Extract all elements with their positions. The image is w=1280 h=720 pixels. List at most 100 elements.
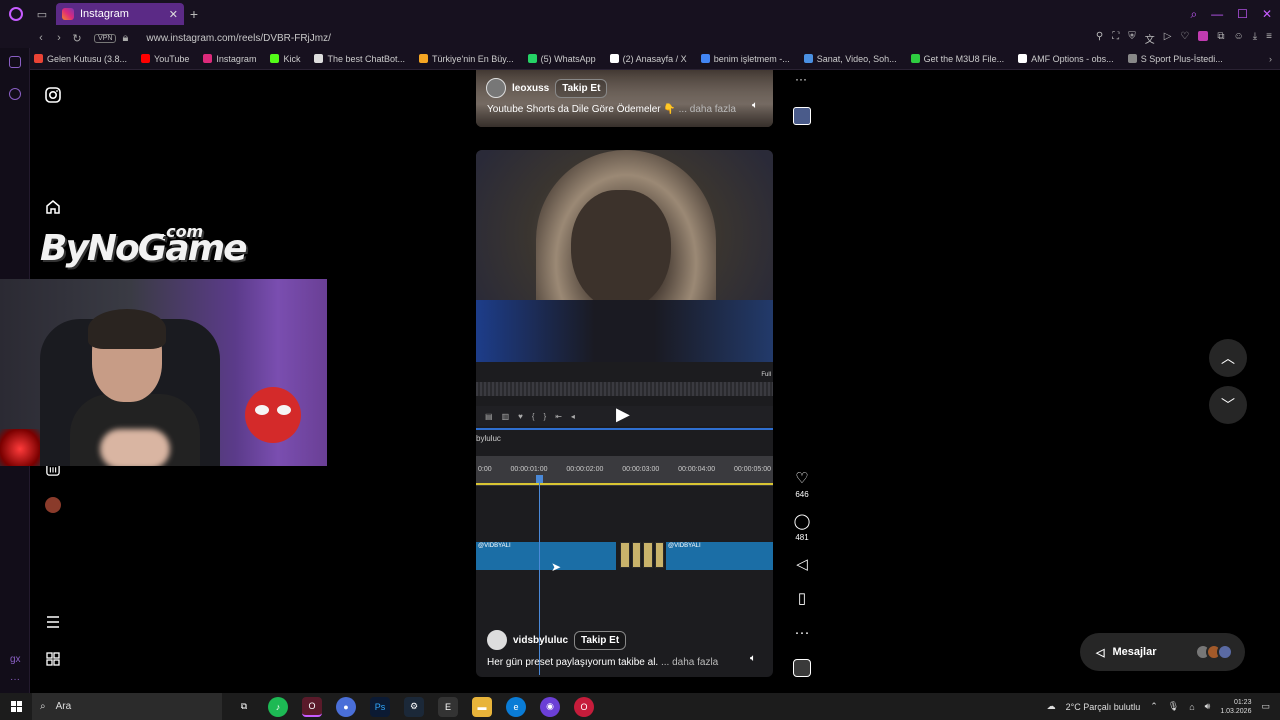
bookmark-item[interactable]: Instagram — [203, 54, 256, 64]
minimize-icon[interactable]: — — [1211, 7, 1223, 21]
pin-icon[interactable]: ⚲ — [1096, 31, 1103, 46]
current-reel[interactable]: Full ▤ ▥ ♥ { } ⇤ ◂ ▶ byluluc 0:00 00:00:… — [476, 150, 773, 677]
editor-tool-icon: ▤ — [485, 411, 493, 421]
more-menu-icon[interactable] — [44, 613, 62, 631]
previous-reel-button[interactable]: ︿ — [1209, 339, 1247, 377]
author-avatar[interactable] — [486, 78, 506, 98]
back-icon[interactable]: ‹ — [32, 32, 50, 44]
original-audio-thumbnail[interactable] — [793, 659, 811, 677]
bookmark-label: benim işletmem -... — [713, 53, 790, 64]
snapshot-icon[interactable]: ⛶ — [1112, 31, 1119, 46]
speaker-icon[interactable]: 🔈︎ — [746, 653, 760, 667]
chevron-up-icon[interactable]: ⌃ — [1150, 701, 1158, 712]
more-button[interactable]: ··· — [785, 624, 819, 642]
follow-button[interactable]: Takip Et — [555, 78, 608, 98]
tab-islands-icon[interactable]: ▭ — [32, 0, 52, 28]
reel-caption[interactable]: Her gün preset paylaşıyorum takibe al. .… — [487, 657, 718, 668]
download-icon[interactable]: ⤓ — [1253, 31, 1257, 46]
translate-icon[interactable]: 文 — [1145, 31, 1155, 46]
follow-button[interactable]: Takip Et — [574, 630, 627, 650]
file-explorer-icon[interactable]: ▬ — [472, 696, 492, 717]
opera-menu-button[interactable] — [0, 0, 32, 28]
messages-button[interactable]: ◁ Mesajlar — [1080, 633, 1245, 671]
bookmark-item[interactable]: Get the M3U8 File... — [910, 54, 1004, 64]
weather-text[interactable]: 2°C Parçalı bulutlu — [1066, 702, 1141, 712]
bookmark-item[interactable]: (2) Anasayfa / X — [609, 54, 687, 64]
start-button[interactable] — [0, 701, 32, 712]
comment-button[interactable]: ◯ 481 — [785, 513, 819, 542]
close-window-icon[interactable]: ✕ — [1262, 7, 1272, 21]
play-icon[interactable]: ▷ — [1164, 31, 1172, 46]
steam-icon[interactable]: ⚙ — [404, 696, 424, 717]
maximize-icon[interactable]: ☐ — [1237, 7, 1248, 21]
bookmark-item[interactable]: Türkiye'nin En Büy... — [419, 54, 514, 64]
share-button[interactable]: ◁ — [785, 556, 819, 574]
next-reel-button[interactable]: ﹀ — [1209, 386, 1247, 424]
sidebar-gx-icon[interactable]: gx — [10, 654, 21, 665]
opera-icon[interactable]: O — [574, 696, 594, 717]
sidebar-more-icon[interactable]: ··· — [10, 674, 20, 685]
instagram-logo-icon[interactable] — [44, 86, 62, 104]
bookmark-icon: ▯ — [797, 590, 807, 607]
previous-reel[interactable]: leoxuss Takip Et Youtube Shorts da Dile … — [476, 70, 773, 127]
author-avatar[interactable] — [487, 630, 507, 650]
avatar — [1217, 644, 1233, 660]
volume-icon[interactable]: 🔊︎ — [1205, 701, 1211, 712]
bookmark-item[interactable]: AMF Options - obs... — [1018, 54, 1114, 64]
bookmark-item[interactable]: YouTube — [141, 54, 189, 64]
heart-icon: ♡ — [795, 470, 809, 487]
taskbar-search[interactable]: ⌕ Ara — [32, 693, 222, 720]
extensions-puzzle-icon[interactable]: ⧉ — [1217, 31, 1224, 46]
shield-icon[interactable]: ⛨ — [1128, 31, 1136, 46]
bookmark-item[interactable]: Gelen Kutusu (3.8... — [34, 54, 127, 64]
bookmark-item[interactable]: Sanat, Video, Soh... — [803, 54, 897, 64]
new-tab-button[interactable]: + — [184, 6, 204, 22]
bookmark-item[interactable]: The best ChatBot... — [314, 54, 405, 64]
bookmark-item[interactable]: benim işletmem -... — [700, 53, 790, 64]
home-icon[interactable] — [44, 198, 62, 216]
profile-icon[interactable]: ☺ — [1234, 31, 1244, 46]
vpn-badge[interactable]: VPN — [94, 33, 117, 43]
author-username[interactable]: vidsbyluluc — [513, 635, 568, 646]
reel-video[interactable] — [476, 150, 773, 362]
url-field[interactable]: www.instagram.com/reels/DVBR-FRjJmz/ — [146, 33, 330, 44]
tab-instagram[interactable]: Instagram ✕ — [56, 3, 184, 25]
easy-setup-icon[interactable]: ≡ — [1266, 31, 1272, 46]
reload-icon[interactable]: ↻ — [68, 32, 86, 45]
extension-icon[interactable] — [1198, 30, 1209, 41]
speaker-icon[interactable]: 🔈︎ — [748, 100, 762, 114]
caption-more[interactable]: ... daha fazla — [661, 657, 718, 668]
like-button[interactable]: ♡ 646 — [785, 470, 819, 499]
search-tabs-icon[interactable]: ⌕ — [1190, 7, 1197, 22]
audio-thumbnail[interactable] — [793, 107, 811, 125]
bookmark-item[interactable]: Kick — [270, 54, 300, 64]
more-options-icon[interactable]: ··· — [795, 72, 807, 86]
network-icon[interactable]: ⌂ — [1189, 702, 1194, 712]
opera-gx-icon[interactable]: O — [302, 696, 322, 717]
save-button[interactable]: ▯ — [785, 590, 819, 608]
close-tab-icon[interactable]: ✕ — [169, 8, 178, 21]
notifications-icon[interactable]: ▭ — [1261, 701, 1270, 712]
edge-icon[interactable]: e — [506, 696, 526, 717]
photoshop-icon[interactable]: Ps — [370, 696, 390, 717]
sidebar-history-icon[interactable] — [9, 88, 21, 100]
chrome-icon[interactable]: ● — [336, 696, 356, 717]
microphone-icon[interactable]: 🎙︎ — [1168, 701, 1179, 712]
epic-games-icon[interactable]: E — [438, 696, 458, 717]
lock-icon[interactable]: 🔒︎ — [116, 32, 134, 45]
also-from-meta-icon[interactable] — [44, 650, 62, 668]
bookmark-item[interactable]: S Sport Plus-İstedi... — [1127, 54, 1223, 64]
reel-caption[interactable]: Youtube Shorts da Dile Göre Ödemeler 👇 .… — [487, 104, 736, 115]
author-username[interactable]: leoxuss — [512, 83, 549, 94]
bookmark-heart-icon[interactable]: ♡ — [1180, 31, 1189, 46]
caption-more[interactable]: ... daha fazla — [679, 104, 736, 115]
task-view-icon[interactable]: ⧉ — [234, 697, 254, 717]
profile-avatar[interactable] — [44, 496, 62, 514]
spotify-icon[interactable]: ♪ — [268, 696, 288, 717]
obs-icon[interactable]: ◉ — [540, 696, 560, 717]
forward-icon[interactable]: › — [50, 32, 68, 44]
sidebar-home-icon[interactable] — [9, 56, 21, 68]
bookmark-item[interactable]: (5) WhatsApp — [527, 54, 596, 64]
clock[interactable]: 01:23 1.03.2026 — [1220, 698, 1251, 716]
bookmarks-more-icon[interactable]: › — [1269, 54, 1272, 64]
